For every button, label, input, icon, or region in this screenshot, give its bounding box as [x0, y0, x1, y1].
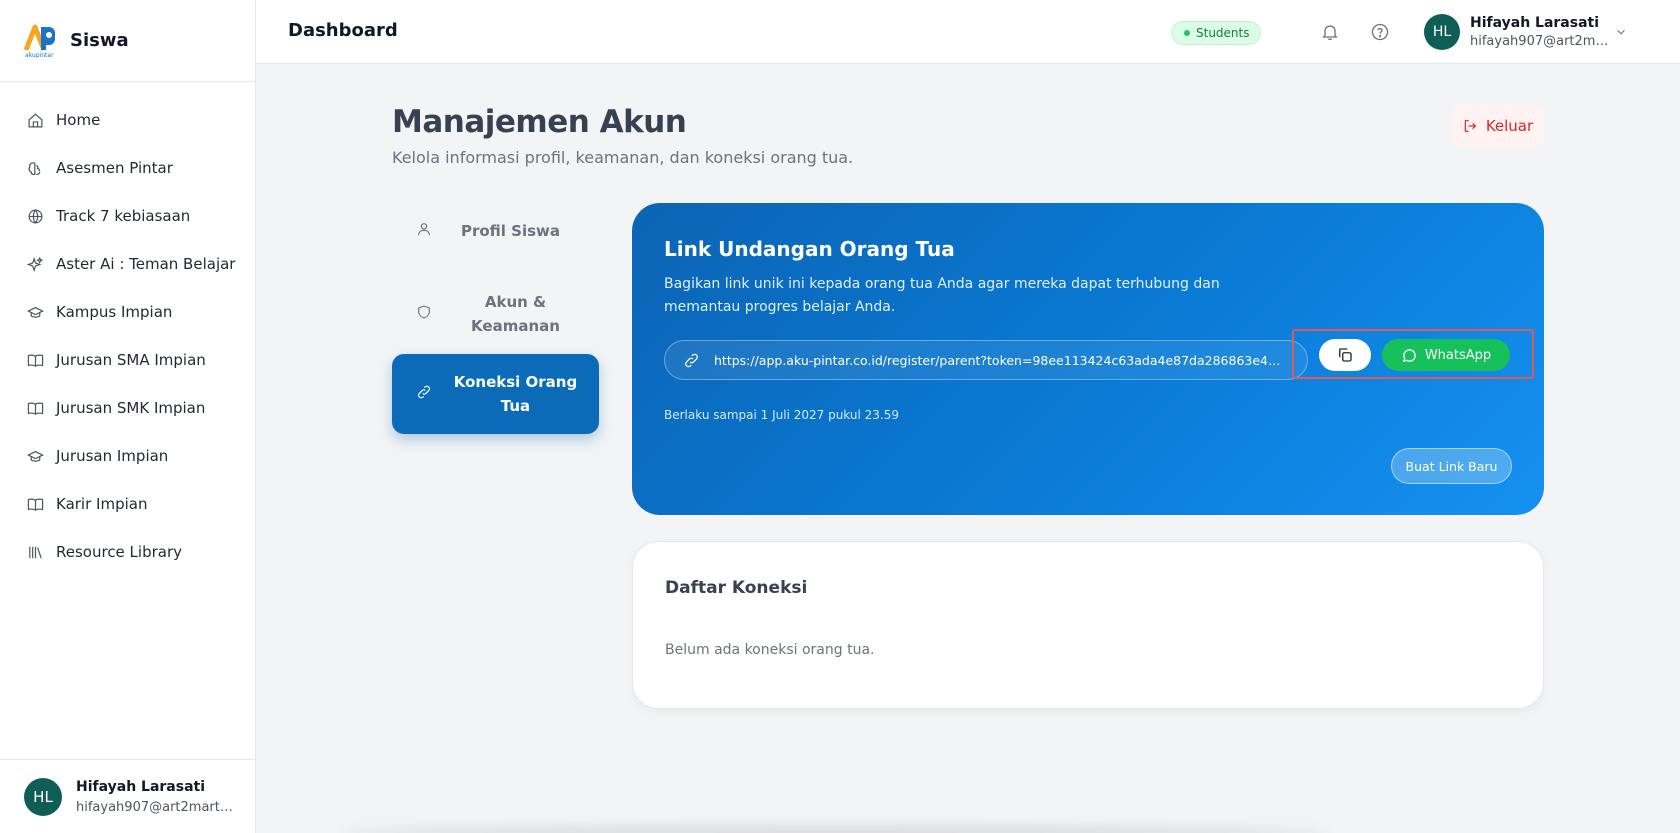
logout-icon: [1464, 120, 1476, 132]
invite-link-text: https://app.aku-pintar.co.id/register/pa…: [714, 352, 1284, 368]
user-email: hifayah907@art2mar...: [1470, 34, 1610, 49]
user-name: Hifayah Larasati: [76, 778, 206, 795]
role-badge: Students: [1171, 21, 1261, 45]
top-header: Dashboard Students HL Hifayah Larasati h…: [256, 0, 1680, 64]
user-email: hifayah907@art2mart.c...: [76, 799, 236, 815]
logout-label: Keluar: [1485, 117, 1534, 135]
header-user-menu[interactable]: HL Hifayah Larasati hifayah907@art2mar..…: [1424, 14, 1610, 50]
whatsapp-icon: [1402, 348, 1416, 362]
connections-empty-state: Belum ada koneksi orang tua.: [665, 642, 875, 658]
brand[interactable]: akupintar Siswa: [0, 0, 255, 82]
generate-new-link-button[interactable]: Buat Link Baru: [1391, 448, 1512, 484]
graduation-cap-icon: [26, 303, 44, 321]
sidebar-item-label: Aster Ai : Teman Belajar: [56, 255, 236, 273]
tab-label: Profil Siswa: [460, 222, 561, 240]
sidebar-item-label: Home: [56, 111, 101, 129]
link-icon: [685, 353, 698, 367]
globe-icon: [26, 207, 44, 225]
share-actions-highlight: WhatsApp: [1292, 329, 1534, 379]
sidebar-item-label: Resource Library: [56, 543, 183, 561]
sidebar-item-asesmen-pintar[interactable]: Asesmen Pintar: [0, 144, 255, 192]
notification-bell-icon[interactable]: [1318, 20, 1342, 44]
avatar: HL: [24, 777, 62, 816]
sparkles-icon: [26, 255, 44, 273]
sidebar-item-kampus-impian[interactable]: Kampus Impian: [0, 288, 255, 336]
sidebar-item-karir-impian[interactable]: Karir Impian: [0, 480, 255, 528]
role-label: Students: [1196, 26, 1250, 40]
akupintar-logo: akupintar: [23, 24, 60, 59]
sidebar-item-label: Jurusan Impian: [56, 447, 169, 465]
brain-icon: [26, 159, 44, 177]
tab-profil-siswa[interactable]: Profil Siswa: [392, 207, 599, 255]
tab-akun-keamanan[interactable]: Akun & Keamanan: [392, 282, 599, 346]
user-icon: [418, 223, 430, 236]
home-icon: [26, 111, 44, 129]
header-title: Dashboard: [288, 20, 398, 41]
shield-icon: [418, 305, 430, 319]
status-dot: [1184, 30, 1190, 36]
logo-text: akupintar: [25, 52, 54, 58]
library-icon: [26, 543, 44, 561]
help-icon[interactable]: [1368, 20, 1392, 44]
sidebar-item-label: Jurusan SMA Impian: [56, 351, 206, 369]
sidebar-item-label: Karir Impian: [56, 495, 148, 513]
whatsapp-label: WhatsApp: [1424, 347, 1492, 363]
sidebar-item-track-7-kebiasaan[interactable]: Track 7 kebiasaan: [0, 192, 255, 240]
sidebar-item-label: Kampus Impian: [56, 303, 173, 321]
connections-card: Daftar Koneksi Belum ada koneksi orang t…: [632, 541, 1544, 709]
sidebar-item-home[interactable]: Home: [0, 96, 255, 144]
tab-label: Koneksi Orang Tua: [453, 373, 578, 415]
sidebar-item-label: Track 7 kebiasaan: [56, 207, 191, 225]
sidebar-item-label: Jurusan SMK Impian: [56, 399, 206, 417]
parent-invite-card: Link Undangan Orang Tua Bagikan link uni…: [632, 203, 1544, 515]
invite-title: Link Undangan Orang Tua: [664, 237, 955, 261]
book-icon: [26, 351, 44, 369]
logout-button[interactable]: Keluar: [1451, 104, 1544, 148]
page-title: Manajemen Akun: [392, 104, 687, 140]
invite-link-field[interactable]: https://app.aku-pintar.co.id/register/pa…: [664, 340, 1308, 380]
brand-name: Siswa: [70, 30, 129, 51]
page-subtitle: Kelola informasi profil, keamanan, dan k…: [392, 148, 854, 167]
sidebar: akupintar Siswa Home Asesmen Pintar Trac…: [0, 0, 256, 833]
user-name: Hifayah Larasati: [1470, 15, 1600, 31]
sidebar-item-jurusan-sma-impian[interactable]: Jurusan SMA Impian: [0, 336, 255, 384]
sidebar-user-profile[interactable]: HL Hifayah Larasati hifayah907@art2mart.…: [0, 759, 256, 833]
avatar: HL: [1424, 14, 1460, 50]
sidebar-item-aster-ai[interactable]: Aster Ai : Teman Belajar: [0, 240, 255, 288]
tab-koneksi-orang-tua[interactable]: Koneksi Orang Tua: [392, 354, 599, 434]
graduation-cap-icon: [26, 447, 44, 465]
sidebar-item-jurusan-impian[interactable]: Jurusan Impian: [0, 432, 255, 480]
sidebar-item-label: Asesmen Pintar: [56, 159, 173, 177]
tab-label: Akun & Keamanan: [471, 293, 560, 335]
connections-title: Daftar Koneksi: [665, 578, 808, 598]
invite-description: Bagikan link unik ini kepada orang tua A…: [664, 276, 1220, 315]
link-expiry-text: Berlaku sampai 1 Juli 2027 pukul 23.59: [664, 408, 899, 422]
sidebar-item-jurusan-smk-impian[interactable]: Jurusan SMK Impian: [0, 384, 255, 432]
sidebar-item-resource-library[interactable]: Resource Library: [0, 528, 255, 576]
book-icon: [26, 495, 44, 513]
link-icon: [418, 385, 430, 399]
chevron-down-icon[interactable]: [1614, 24, 1628, 43]
whatsapp-share-button[interactable]: WhatsApp: [1382, 339, 1510, 371]
bottom-shadow: [340, 826, 1330, 833]
sidebar-nav: Home Asesmen Pintar Track 7 kebiasaan As…: [0, 82, 255, 576]
book-icon: [26, 399, 44, 417]
copy-icon: [1339, 348, 1352, 362]
copy-link-button[interactable]: [1319, 339, 1371, 371]
